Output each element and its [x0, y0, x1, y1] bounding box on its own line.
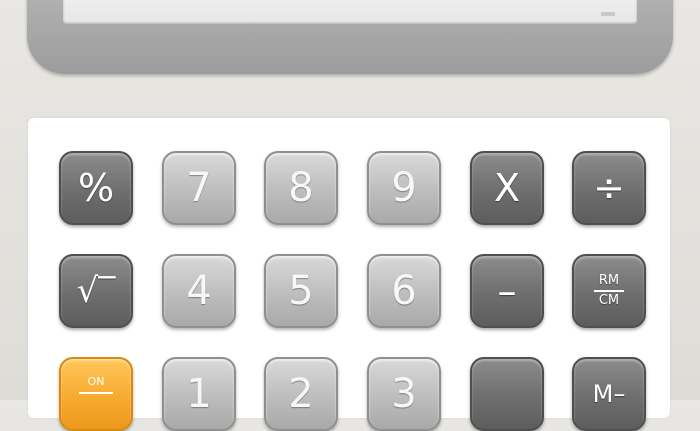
eight-button[interactable]: 8 — [264, 151, 338, 225]
two-label: 2 — [288, 371, 314, 417]
rm-cm-label: RM CM — [594, 274, 624, 308]
minus-button[interactable]: – — [470, 254, 544, 328]
four-label: 4 — [186, 268, 212, 314]
blank-button[interactable] — [470, 357, 544, 431]
six-button[interactable]: 6 — [367, 254, 441, 328]
minus-label: – — [497, 269, 517, 313]
percent-button[interactable]: % — [59, 151, 133, 225]
multiply-label: X — [493, 166, 521, 210]
on-underline — [79, 392, 113, 394]
memory-minus-label: M– — [592, 380, 626, 408]
seven-label: 7 — [186, 165, 212, 211]
square-root-button[interactable]: √‾ — [59, 254, 133, 328]
nine-label: 9 — [391, 165, 417, 211]
display-cursor — [601, 12, 615, 16]
one-button[interactable]: 1 — [162, 357, 236, 431]
display-screen — [63, 0, 637, 24]
percent-label: % — [77, 166, 115, 210]
three-button[interactable]: 3 — [367, 357, 441, 431]
divide-button[interactable]: ÷ — [572, 151, 646, 225]
square-root-label: √‾ — [76, 271, 116, 311]
three-label: 3 — [391, 371, 417, 417]
rm-label: RM — [598, 273, 620, 288]
on-button[interactable]: ON — [59, 357, 133, 431]
divide-label: ÷ — [593, 166, 625, 210]
on-label: ON — [87, 375, 105, 388]
display-bezel — [27, 0, 673, 74]
four-button[interactable]: 4 — [162, 254, 236, 328]
calculator: % 7 8 9 X ÷ √‾ 4 5 6 – RM CM ON 1 2 3 M– — [0, 0, 700, 431]
seven-button[interactable]: 7 — [162, 151, 236, 225]
one-label: 1 — [186, 371, 212, 417]
five-button[interactable]: 5 — [264, 254, 338, 328]
five-label: 5 — [288, 268, 314, 314]
rm-cm-button[interactable]: RM CM — [572, 254, 646, 328]
two-button[interactable]: 2 — [264, 357, 338, 431]
multiply-button[interactable]: X — [470, 151, 544, 225]
rm-cm-divider — [594, 290, 624, 292]
nine-button[interactable]: 9 — [367, 151, 441, 225]
eight-label: 8 — [288, 165, 314, 211]
six-label: 6 — [391, 268, 417, 314]
cm-label: CM — [598, 293, 620, 308]
memory-minus-button[interactable]: M– — [572, 357, 646, 431]
